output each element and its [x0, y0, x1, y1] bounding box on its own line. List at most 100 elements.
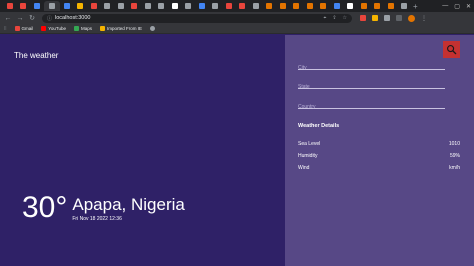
city-name: Apapa, Nigeria: [72, 195, 185, 214]
address-bar-url: localhost:3000: [55, 15, 91, 21]
forward-icon[interactable]: →: [16, 15, 24, 22]
browser-tab[interactable]: [168, 1, 181, 11]
browser-tab[interactable]: [357, 1, 370, 11]
tab-favicon-icon: [239, 3, 245, 9]
tab-favicon-icon: [131, 3, 137, 9]
browser-tab[interactable]: [87, 1, 100, 11]
browser-tab[interactable]: [344, 1, 357, 11]
extension-icon[interactable]: [372, 15, 378, 21]
maximize-icon[interactable]: ▢: [454, 3, 460, 10]
sidebar-icon[interactable]: [396, 15, 402, 21]
bookmark-gmail[interactable]: Gmail: [14, 26, 33, 31]
bookmark-maps[interactable]: Maps: [73, 26, 92, 31]
search-icon: [447, 45, 457, 55]
tab-favicon-icon: [293, 3, 299, 9]
search-button[interactable]: [443, 41, 460, 58]
browser-tab[interactable]: [317, 1, 330, 11]
browser-tab[interactable]: [114, 1, 127, 11]
browser-tab[interactable]: [17, 1, 30, 11]
folder-icon: [99, 26, 105, 31]
browser-tab[interactable]: [60, 1, 73, 11]
tab-favicon-icon: [225, 3, 232, 9]
tab-favicon-icon: [63, 3, 70, 9]
bookmark-star-icon[interactable]: ☆: [343, 15, 347, 21]
date-time: Fri Nov 18 2022 12:36: [72, 216, 122, 222]
site-info-icon[interactable]: ⓘ: [47, 15, 52, 22]
tab-favicon-icon: [387, 3, 394, 9]
browser-tab[interactable]: [371, 1, 384, 11]
youtube-icon: [41, 26, 47, 31]
tab-favicon-icon: [266, 3, 272, 9]
minimize-icon[interactable]: —: [442, 3, 448, 10]
tab-favicon-icon: [48, 3, 55, 9]
detail-row-humidity: Humidity 59%: [298, 153, 460, 159]
profile-avatar[interactable]: [408, 14, 415, 22]
tab-favicon-icon: [104, 3, 110, 9]
bookmark-label: Imported From IE: [106, 26, 142, 31]
gmail-icon: [14, 26, 20, 31]
browser-tab[interactable]: [384, 1, 397, 11]
browser-tab[interactable]: [128, 1, 141, 11]
share-icon[interactable]: ⇪: [332, 15, 336, 21]
temperature: 30°: [22, 191, 68, 224]
browser-tab[interactable]: [330, 1, 343, 11]
bookmark-youtube[interactable]: YouTube: [41, 26, 66, 31]
bookmark-imported-from-ie[interactable]: Imported From IE: [99, 26, 142, 31]
tab-favicon-icon: [158, 3, 164, 9]
bookmark-label: Maps: [80, 26, 92, 31]
browser-tab[interactable]: [222, 1, 235, 11]
city-field: [298, 56, 445, 75]
tab-favicon-icon: [360, 3, 367, 9]
reload-icon[interactable]: ↻: [28, 14, 36, 22]
globe-icon: [150, 26, 155, 31]
tab-favicon-icon: [212, 3, 218, 9]
maps-icon: [73, 26, 79, 31]
bookmark-label: YouTube: [48, 26, 66, 31]
menu-kebab-icon[interactable]: ⋮: [421, 15, 427, 22]
bookmark-globe[interactable]: [150, 26, 155, 31]
browser-toolbar: ← → ↻ ⓘ localhost:3000 ⌖ ⇪ ☆ ⋮: [0, 12, 474, 24]
browser-tab[interactable]: [209, 1, 222, 11]
country-input[interactable]: [298, 100, 445, 114]
browser-tab[interactable]: [290, 1, 303, 11]
browser-tab[interactable]: [195, 1, 208, 11]
tab-favicon-icon: [117, 3, 124, 9]
weather-main-panel: The weather 30° Apapa, Nigeria Fri Nov 1…: [0, 35, 285, 266]
browser-tab[interactable]: [101, 1, 114, 11]
address-bar[interactable]: ⓘ localhost:3000 ⌖ ⇪ ☆: [42, 13, 352, 23]
detail-value: 59%: [449, 153, 460, 159]
browser-tab[interactable]: [74, 1, 87, 11]
close-window-icon[interactable]: ✕: [466, 3, 471, 10]
browser-tab[interactable]: [141, 1, 154, 11]
tab-favicon-icon: [347, 3, 353, 9]
back-icon[interactable]: ←: [4, 15, 12, 22]
browser-tab[interactable]: [30, 1, 43, 11]
browser-tab[interactable]: [236, 1, 249, 11]
current-weather: 30° Apapa, Nigeria Fri Nov 18 2022 12:36: [22, 191, 185, 225]
extensions-area: ⋮: [360, 14, 427, 22]
location-icon[interactable]: ⌖: [323, 15, 326, 21]
tab-favicon-icon: [333, 3, 340, 9]
browser-tab[interactable]: [249, 1, 262, 11]
tab-favicon-icon: [171, 3, 178, 9]
browser-tab[interactable]: [155, 1, 168, 11]
tab-favicon-icon: [198, 3, 205, 9]
browser-tab[interactable]: [3, 1, 16, 11]
extension-icon[interactable]: [360, 15, 366, 21]
browser-tab[interactable]: [398, 1, 411, 11]
browser-tab-strip: + — ▢ ✕: [0, 0, 474, 12]
browser-tab[interactable]: [182, 1, 195, 11]
puzzle-icon[interactable]: [384, 15, 390, 21]
city-input[interactable]: [298, 61, 445, 75]
browser-tab[interactable]: [43, 1, 60, 11]
tab-favicon-icon: [374, 3, 380, 9]
apps-icon[interactable]: ⁞⁞: [4, 26, 7, 31]
browser-tab[interactable]: [303, 1, 316, 11]
detail-value: km/h: [449, 165, 460, 171]
detail-label: Wind: [298, 165, 310, 171]
browser-tab[interactable]: [263, 1, 276, 11]
state-input[interactable]: [298, 80, 445, 94]
browser-tab[interactable]: [276, 1, 289, 11]
detail-row-wind: Wind km/h: [298, 165, 460, 171]
new-tab-button[interactable]: +: [413, 2, 418, 11]
